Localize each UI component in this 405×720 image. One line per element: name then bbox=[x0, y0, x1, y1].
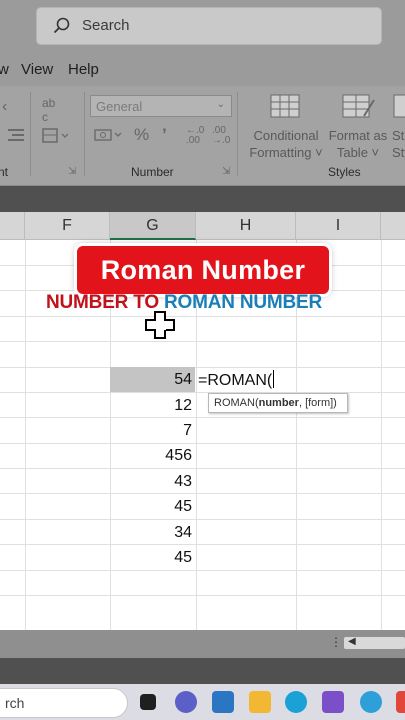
search-box[interactable]: Search bbox=[36, 7, 382, 45]
format-as-table-line1: Format as bbox=[328, 128, 388, 143]
scroll-left-icon[interactable]: ◀ bbox=[348, 636, 356, 647]
more-options-icon[interactable]: ⋮ bbox=[330, 635, 342, 649]
merge-cells-icon[interactable] bbox=[42, 128, 69, 149]
chevron-icon[interactable]: ‹ bbox=[2, 98, 7, 116]
alignment-group-label: nt bbox=[0, 165, 9, 179]
conditional-formatting-line1: Conditional bbox=[253, 128, 319, 143]
styles-group-label: Styles bbox=[328, 165, 361, 179]
cell-g-value[interactable]: 45 bbox=[174, 498, 192, 516]
decrease-decimal-icon[interactable]: .00 →.0 bbox=[212, 126, 230, 146]
subtitle-part2: ROMAN NUMBER bbox=[163, 292, 323, 313]
formula-text: =ROMAN( bbox=[198, 372, 273, 389]
conditional-formatting-icon bbox=[270, 94, 302, 125]
edge-icon[interactable] bbox=[285, 691, 307, 713]
number-format-value: General bbox=[96, 99, 143, 114]
subtitle: NUMBER TO ROMAN NUMBER bbox=[46, 292, 322, 314]
cell-g-value[interactable]: 34 bbox=[174, 524, 192, 542]
cell-cursor-icon bbox=[144, 310, 178, 347]
percent-button[interactable]: % bbox=[134, 125, 149, 145]
search-icon bbox=[53, 17, 71, 40]
ribbon: ‹ ab c nt ⇲ General ⌄ % ’ ←.0.00 .00 →.0 N… bbox=[0, 86, 405, 186]
column-header-j[interactable] bbox=[381, 212, 405, 240]
number-format-dropdown[interactable]: General ⌄ bbox=[90, 95, 232, 117]
column-header-i[interactable]: I bbox=[296, 212, 381, 240]
formula-bar-area bbox=[0, 186, 405, 212]
title-bar: Search bbox=[0, 0, 405, 52]
file-explorer-icon[interactable] bbox=[249, 691, 271, 713]
status-bar bbox=[0, 658, 405, 684]
cell-styles-line2: Sty bbox=[392, 145, 405, 160]
cell-styles-line1: St bbox=[392, 128, 405, 143]
chat-icon[interactable] bbox=[175, 691, 197, 713]
store-icon[interactable] bbox=[212, 691, 234, 713]
column-header-f[interactable]: F bbox=[25, 212, 110, 240]
search-label: Search bbox=[82, 17, 130, 34]
app-icon[interactable] bbox=[396, 691, 405, 713]
number-group-label: Number bbox=[131, 165, 174, 179]
taskbar-search-text: rch bbox=[5, 695, 25, 711]
column-header-g[interactable]: G bbox=[110, 212, 196, 240]
menu-item-view[interactable]: View bbox=[21, 61, 53, 78]
conditional-formatting-line2: Formatting ˅ bbox=[249, 145, 323, 160]
tooltip-rest: , [form]) bbox=[298, 397, 337, 409]
cell-styles-icon bbox=[393, 94, 405, 125]
taskbar-search[interactable]: rch bbox=[0, 688, 128, 718]
menu-item-review[interactable]: w bbox=[0, 61, 9, 78]
menu-item-help[interactable]: Help bbox=[68, 61, 99, 78]
cell-g-value[interactable]: 456 bbox=[165, 447, 192, 465]
text-caret bbox=[273, 370, 275, 388]
dialog-launcher-icon[interactable]: ⇲ bbox=[222, 166, 230, 177]
cell-g-value[interactable]: 12 bbox=[174, 397, 192, 415]
align-icon[interactable] bbox=[8, 128, 24, 147]
format-as-table-line2: Table ˅ bbox=[336, 145, 380, 160]
comma-style-button[interactable]: ’ bbox=[162, 125, 167, 145]
function-tooltip[interactable]: ROMAN(number, [form]) bbox=[208, 393, 348, 413]
horizontal-scrollbar[interactable]: ◀ bbox=[344, 636, 405, 649]
cell-g-value[interactable]: 54 bbox=[174, 371, 192, 389]
wrap-text-icon[interactable]: ab c bbox=[42, 96, 55, 124]
column-header-h[interactable]: H bbox=[196, 212, 296, 240]
taskbar: rch bbox=[0, 684, 405, 720]
help-icon[interactable] bbox=[360, 691, 382, 713]
tooltip-function-name: ROMAN( bbox=[214, 397, 259, 409]
title-banner: Roman Number bbox=[77, 246, 329, 294]
formula-edit-cell[interactable]: =ROMAN( bbox=[198, 370, 275, 390]
increase-decimal-icon[interactable]: ←.0.00 bbox=[186, 126, 204, 146]
cell-g-value[interactable]: 43 bbox=[174, 473, 192, 491]
cell-g-value[interactable]: 45 bbox=[174, 549, 192, 567]
tooltip-argument[interactable]: number bbox=[259, 397, 299, 409]
column-header-e[interactable] bbox=[0, 212, 25, 240]
cell-g-value[interactable]: 7 bbox=[183, 422, 192, 440]
currency-icon[interactable] bbox=[94, 127, 122, 148]
format-as-table-icon bbox=[342, 94, 376, 125]
chevron-down-icon: ⌄ bbox=[216, 99, 225, 110]
task-view-icon[interactable] bbox=[140, 694, 156, 710]
menu-bar: w View Help bbox=[0, 52, 405, 86]
app-icon[interactable] bbox=[322, 691, 344, 713]
dialog-launcher-icon[interactable]: ⇲ bbox=[68, 166, 76, 177]
